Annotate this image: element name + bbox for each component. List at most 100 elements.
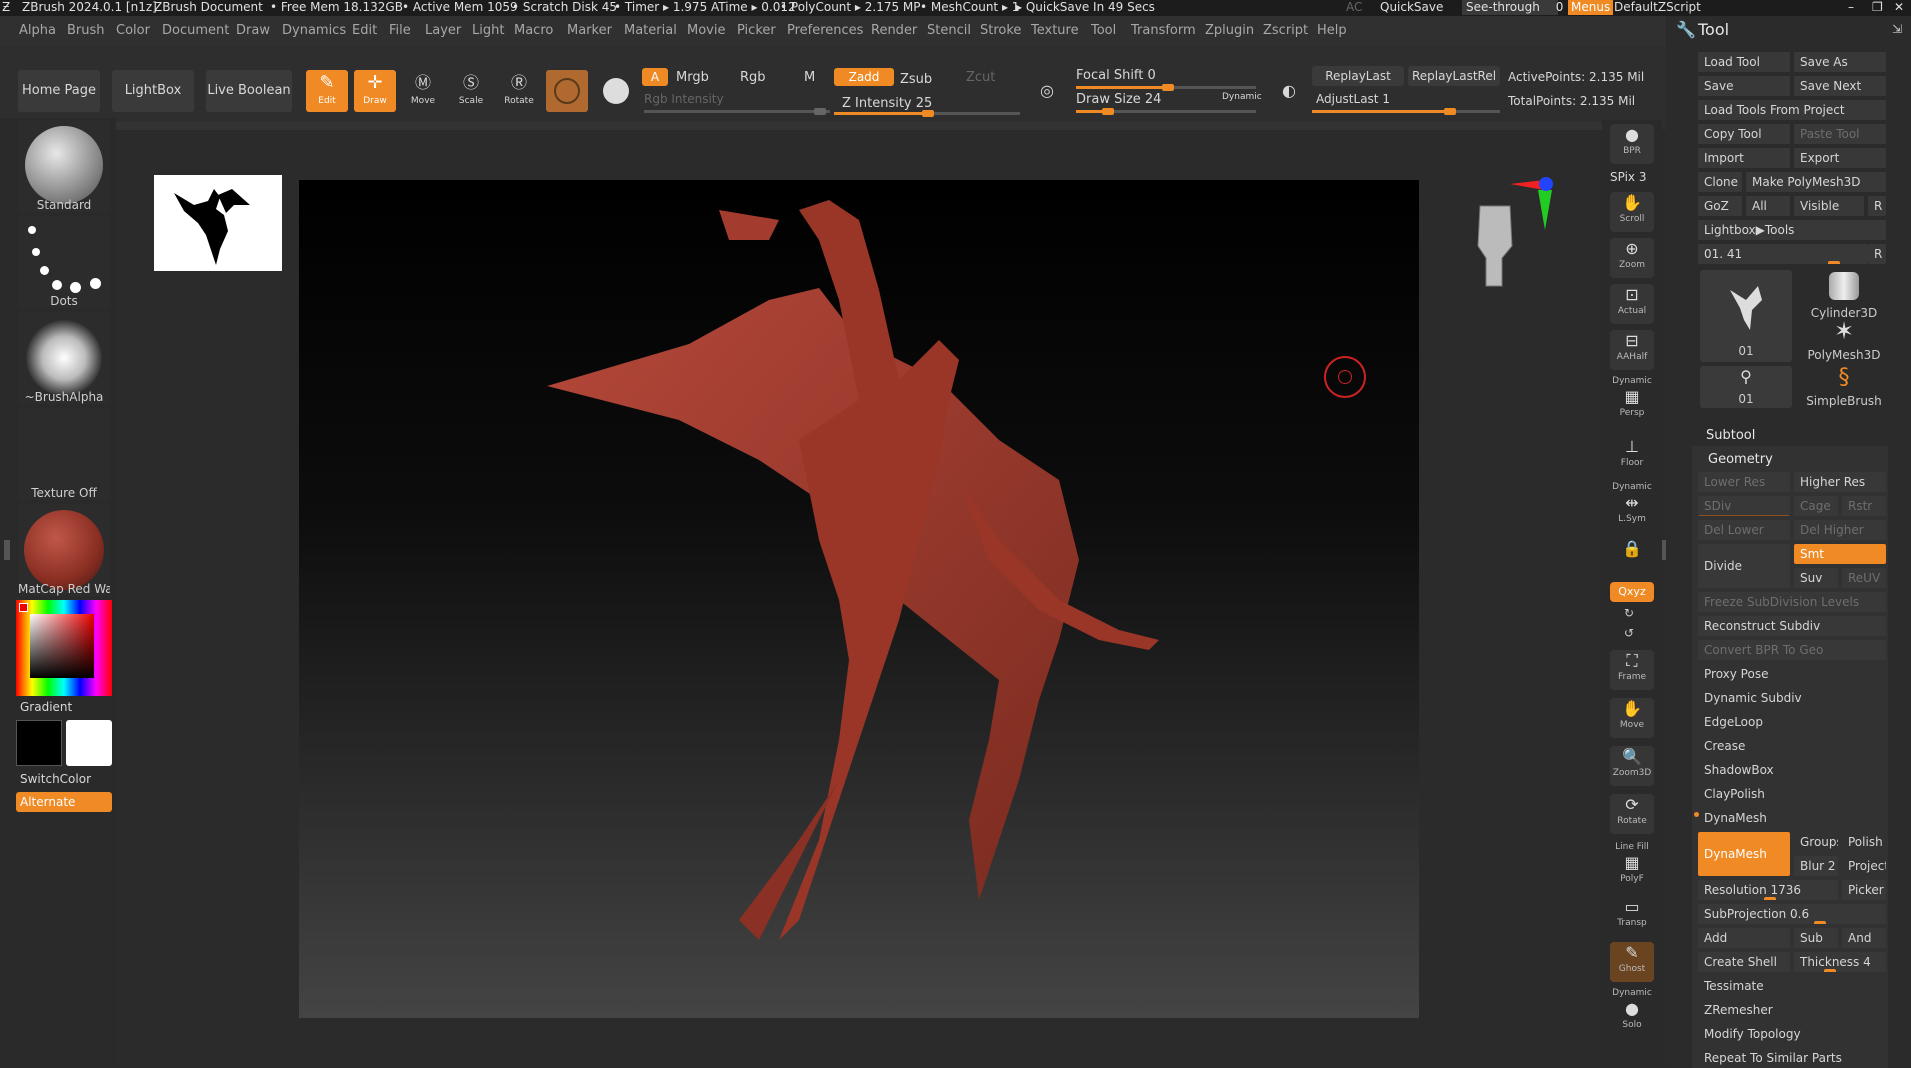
tool-slider-r-button[interactable]: R (1868, 244, 1886, 264)
sub-button[interactable]: Sub (1794, 928, 1838, 948)
tool-select-slider[interactable]: 01. 41 (1698, 244, 1868, 264)
solo-button[interactable]: Dynamic ● Solo (1610, 988, 1654, 1030)
menu-movie[interactable]: Movie (687, 23, 725, 38)
menu-zscript[interactable]: Zscript (1263, 23, 1308, 38)
focal-shift-slider[interactable]: Focal Shift 0 (1076, 68, 1156, 83)
polyf-button[interactable]: Line Fill ▦ PolyF (1610, 842, 1654, 884)
brush-type-button[interactable] (598, 70, 634, 112)
goz-all-button[interactable]: All (1746, 196, 1790, 216)
tool-thumb-current[interactable]: 01 (1700, 270, 1792, 362)
groups-toggle[interactable]: Groups (1794, 832, 1838, 852)
draw-button[interactable]: ✛ Draw (354, 70, 396, 112)
spix-slider[interactable]: SPix 3 (1610, 170, 1646, 184)
goz-visible-button[interactable]: Visible (1794, 196, 1864, 216)
menu-render[interactable]: Render (871, 23, 917, 38)
reconstruct-subdiv-button[interactable]: Reconstruct Subdiv (1698, 616, 1886, 636)
viewport-canvas[interactable] (299, 180, 1419, 1018)
edgeloop-section[interactable]: EdgeLoop (1698, 712, 1886, 732)
zoom-button[interactable]: ⊕ Zoom (1610, 238, 1654, 278)
edit-button[interactable]: ✎ Edit (306, 70, 348, 112)
menu-alpha[interactable]: Alpha (19, 23, 56, 38)
move-view-button[interactable]: ✋ Move (1610, 698, 1654, 738)
export-button[interactable]: Export (1794, 148, 1886, 168)
thickness-slider[interactable]: Thickness 4 (1794, 952, 1886, 972)
subtool-section[interactable]: Subtool (1706, 428, 1755, 443)
z-intensity-track[interactable] (834, 110, 1020, 117)
project-toggle[interactable]: Project (1842, 856, 1886, 876)
switch-color-button[interactable]: SwitchColor (20, 772, 91, 786)
scroll-button[interactable]: ✋ Scroll (1610, 192, 1654, 232)
dynamic-subdiv-section[interactable]: Dynamic Subdiv (1698, 688, 1886, 708)
polish-toggle[interactable]: Polish (1842, 832, 1886, 852)
xyz-toggle[interactable]: Qxyz (1610, 582, 1654, 602)
menu-file[interactable]: File (389, 23, 411, 38)
menu-picker[interactable]: Picker (737, 23, 776, 38)
dynamesh-section[interactable]: DynaMesh (1698, 808, 1886, 828)
zoom3d-button[interactable]: 🔍 Zoom3D (1610, 746, 1654, 786)
menu-light[interactable]: Light (472, 23, 504, 38)
zcut-toggle[interactable]: Zcut (966, 70, 995, 85)
draw-size-track[interactable] (1076, 108, 1256, 115)
sdiv-slider[interactable]: SDiv (1698, 496, 1790, 516)
menu-stencil[interactable]: Stencil (927, 23, 971, 38)
save-next-button[interactable]: Save Next (1794, 76, 1886, 96)
z-intensity-slider[interactable]: Z Intensity 25 (842, 96, 932, 111)
menu-dynamics[interactable]: Dynamics (282, 23, 346, 38)
top-scroll-bar[interactable] (116, 122, 1602, 130)
lock-button[interactable]: 🔒 (1610, 538, 1654, 578)
tool-thumb-polymesh3d[interactable]: ✶ PolyMesh3D (1800, 318, 1888, 362)
rotate-button[interactable]: Ⓡ Rotate (498, 70, 540, 112)
actual-button[interactable]: ⊡ Actual (1610, 284, 1654, 324)
picker-button[interactable]: Picker (1842, 880, 1886, 900)
quicksave-button[interactable]: QuickSave (1380, 0, 1443, 15)
copy-tool-button[interactable]: Copy Tool (1698, 124, 1790, 144)
mrgb-toggle[interactable]: Mrgb (676, 70, 709, 85)
load-tools-from-project-button[interactable]: Load Tools From Project (1698, 100, 1886, 120)
dock-icon[interactable]: ⇲ (1892, 22, 1902, 36)
suv-toggle[interactable]: Suv (1794, 568, 1838, 588)
menu-macro[interactable]: Macro (514, 23, 553, 38)
menu-edit[interactable]: Edit (352, 23, 377, 38)
load-tool-button[interactable]: Load Tool (1698, 52, 1790, 72)
claypolish-section[interactable]: ClayPolish (1698, 784, 1886, 804)
default-zscript-button[interactable]: DefaultZScript (1614, 0, 1701, 15)
gradient-label[interactable]: Gradient (20, 700, 72, 714)
menu-preferences[interactable]: Preferences (787, 23, 863, 38)
menu-stroke[interactable]: Stroke (980, 23, 1021, 38)
divide-button[interactable]: Divide (1698, 544, 1790, 588)
lightbox-button[interactable]: LightBox (112, 70, 194, 112)
menu-material[interactable]: Material (624, 23, 677, 38)
menu-texture[interactable]: Texture (1031, 23, 1079, 38)
del-lower-button[interactable]: Del Lower (1698, 520, 1790, 540)
color-saturation-square[interactable] (30, 614, 94, 678)
goz-button[interactable]: GoZ (1698, 196, 1742, 216)
scale-button[interactable]: Ⓢ Scale (450, 70, 492, 112)
geometry-section[interactable]: Geometry (1708, 452, 1773, 467)
menus-toggle[interactable]: Menus (1568, 0, 1614, 15)
proxy-pose-section[interactable]: Proxy Pose (1698, 664, 1886, 684)
and-button[interactable]: And (1842, 928, 1886, 948)
tessimate-section[interactable]: Tessimate (1698, 976, 1886, 996)
modify-topology-section[interactable]: Modify Topology (1698, 1024, 1886, 1044)
ac-toggle[interactable]: AC (1346, 0, 1362, 15)
menu-transform[interactable]: Transform (1131, 23, 1196, 38)
save-button[interactable]: Save (1698, 76, 1790, 96)
color-picker[interactable] (16, 600, 112, 696)
menu-marker[interactable]: Marker (567, 23, 612, 38)
replay-last-rel-button[interactable]: ReplayLastRel (1408, 66, 1500, 86)
stroke-d-icon[interactable]: ◐ (1272, 74, 1306, 108)
transp-button[interactable]: ▭ Transp (1610, 896, 1654, 936)
zadd-toggle[interactable]: Zadd (834, 68, 894, 86)
freeze-subdivision-button[interactable]: Freeze SubDivision Levels (1698, 592, 1886, 612)
blur-slider[interactable]: Blur 2 (1794, 856, 1838, 876)
menu-brush[interactable]: Brush (67, 23, 105, 38)
save-as-button[interactable]: Save As (1794, 52, 1886, 72)
see-through-slider[interactable]: See-through 0 (1462, 0, 1563, 15)
ghost-button[interactable]: ✎ Ghost (1610, 942, 1654, 982)
paste-tool-button[interactable]: Paste Tool (1794, 124, 1886, 144)
resolution-slider[interactable]: Resolution 1736 (1698, 880, 1838, 900)
rotate-z-icon[interactable]: ↺ (1624, 626, 1634, 640)
left-collapse-handle[interactable] (4, 540, 10, 560)
menu-layer[interactable]: Layer (425, 23, 461, 38)
goz-r-button[interactable]: R (1868, 196, 1886, 216)
